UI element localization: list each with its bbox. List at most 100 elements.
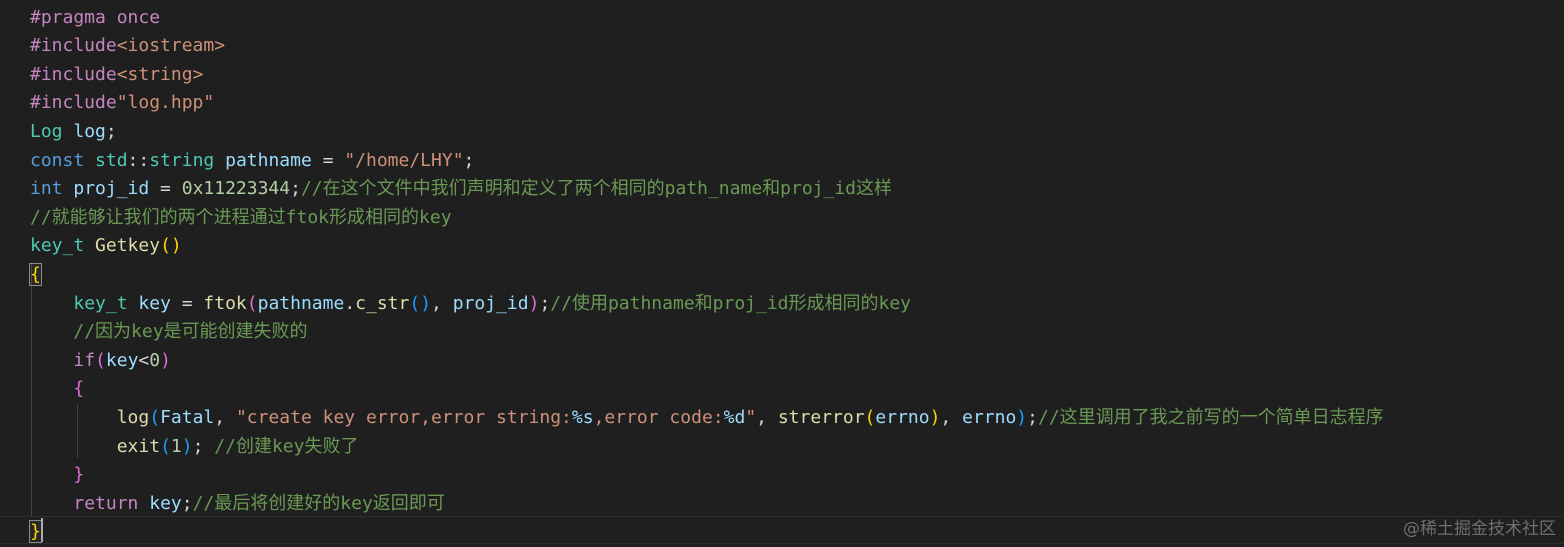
code-token: const — [30, 149, 85, 171]
code-token: #include — [30, 63, 117, 85]
code-token: = — [149, 178, 182, 200]
matched-bracket: } — [29, 520, 42, 544]
code-token: "create key error,error string: — [235, 406, 572, 428]
code-token: #include — [30, 35, 117, 57]
code-editor[interactable]: #pragma once #include<iostream> #include<s… — [0, 0, 1564, 547]
code-line[interactable]: } — [30, 461, 84, 490]
code-token: int — [30, 178, 63, 200]
code-line[interactable]: #include<iostream> — [30, 32, 225, 61]
code-line[interactable]: #include<string> — [30, 61, 203, 90]
code-token: () — [409, 292, 432, 314]
code-token: ( — [149, 406, 161, 428]
code-line[interactable]: { — [30, 375, 84, 404]
code-token: , — [756, 406, 778, 428]
code-token: 0 — [149, 349, 161, 371]
code-token: #pragma once — [30, 6, 161, 28]
code-token: c_str — [355, 292, 410, 314]
code-token: ; — [105, 120, 117, 142]
code-token: pathname — [257, 292, 345, 314]
code-token: Fatal — [160, 406, 215, 428]
code-token: ; — [290, 178, 301, 200]
code-token: std — [95, 149, 128, 171]
code-token: ; — [463, 149, 475, 171]
code-token: //在这个文件中我们声明和定义了两个相同的path_name和proj_id这样 — [300, 178, 893, 200]
code-line[interactable]: int proj_id = 0x11223344;//在这个文件中我们声明和定义… — [30, 175, 892, 204]
code-token: ) — [1016, 406, 1028, 428]
code-line[interactable]: //就能够让我们的两个进程通过ftok形成相同的key — [30, 204, 452, 233]
code-token: 0x11223344 — [181, 178, 291, 200]
code-token: "/home/LHY" — [344, 149, 464, 171]
code-line[interactable]: { — [29, 261, 42, 290]
code-line[interactable]: exit(1); //创建key失败了 — [30, 433, 359, 462]
code-token: //这里调用了我之前写的一个简单日志程序 — [1037, 406, 1384, 428]
code-token: = — [311, 149, 345, 171]
code-token: :: — [127, 149, 150, 171]
code-line[interactable]: const std::string pathname = "/home/LHY"… — [30, 147, 474, 176]
code-token: proj_id — [73, 178, 150, 200]
code-token: ; — [181, 492, 193, 514]
code-token: ( — [160, 435, 171, 457]
code-token: log — [73, 120, 106, 142]
code-token: return — [73, 492, 139, 514]
code-token: . — [344, 292, 356, 314]
current-line-highlight — [0, 516, 1564, 544]
code-token: <iostream> — [116, 35, 226, 57]
code-token: ( — [864, 406, 876, 428]
code-token: ; — [192, 435, 215, 457]
code-token: errno — [875, 406, 930, 428]
text-caret — [41, 518, 43, 542]
code-token: %s — [571, 406, 594, 428]
code-token: //创建key失败了 — [214, 435, 359, 457]
code-token: } — [73, 464, 85, 486]
code-token: , — [940, 406, 963, 428]
code-token: pathname — [225, 149, 312, 171]
code-token: ( — [246, 292, 258, 314]
code-token: ( — [95, 349, 106, 371]
code-token: key_t — [73, 292, 128, 314]
code-token: < — [138, 349, 150, 371]
code-token: proj_id — [452, 292, 529, 314]
code-token: if — [73, 349, 96, 371]
code-line[interactable]: return key;//最后将创建好的key返回即可 — [30, 490, 445, 519]
code-token: //因为key是可能创建失败的 — [73, 321, 308, 343]
code-token: ; — [539, 292, 551, 314]
code-line[interactable]: #include"log.hpp" — [30, 89, 214, 118]
code-token: key — [105, 349, 139, 371]
code-token: exit — [116, 435, 161, 457]
code-line[interactable]: } — [29, 518, 42, 547]
code-token: //就能够让我们的两个进程通过ftok形成相同的key — [30, 206, 452, 228]
code-token: ) — [181, 435, 193, 457]
code-line[interactable]: log(Fatal, "create key error,error strin… — [30, 404, 1384, 433]
code-token: errno — [962, 406, 1017, 428]
code-token: //最后将创建好的key返回即可 — [192, 492, 445, 514]
code-token: ) — [528, 292, 540, 314]
code-token: ) — [929, 406, 941, 428]
code-token: " — [745, 406, 757, 428]
code-token: "log.hpp" — [116, 92, 215, 114]
code-token: , — [431, 292, 453, 314]
code-token: ,error code: — [593, 406, 724, 428]
code-line[interactable]: key_t Getkey() — [30, 232, 182, 261]
code-line[interactable]: #pragma once — [30, 4, 160, 33]
code-line[interactable]: //因为key是可能创建失败的 — [30, 318, 308, 347]
code-token: key — [138, 292, 171, 314]
code-line[interactable]: key_t key = ftok(pathname.c_str(), proj_… — [30, 290, 911, 319]
watermark: @稀土掘金技术社区 — [1403, 519, 1556, 539]
code-line[interactable]: Log log; — [30, 118, 117, 147]
code-line[interactable]: if(key<0) — [30, 347, 171, 376]
code-token: Getkey — [95, 235, 161, 257]
matched-bracket: { — [29, 262, 42, 286]
